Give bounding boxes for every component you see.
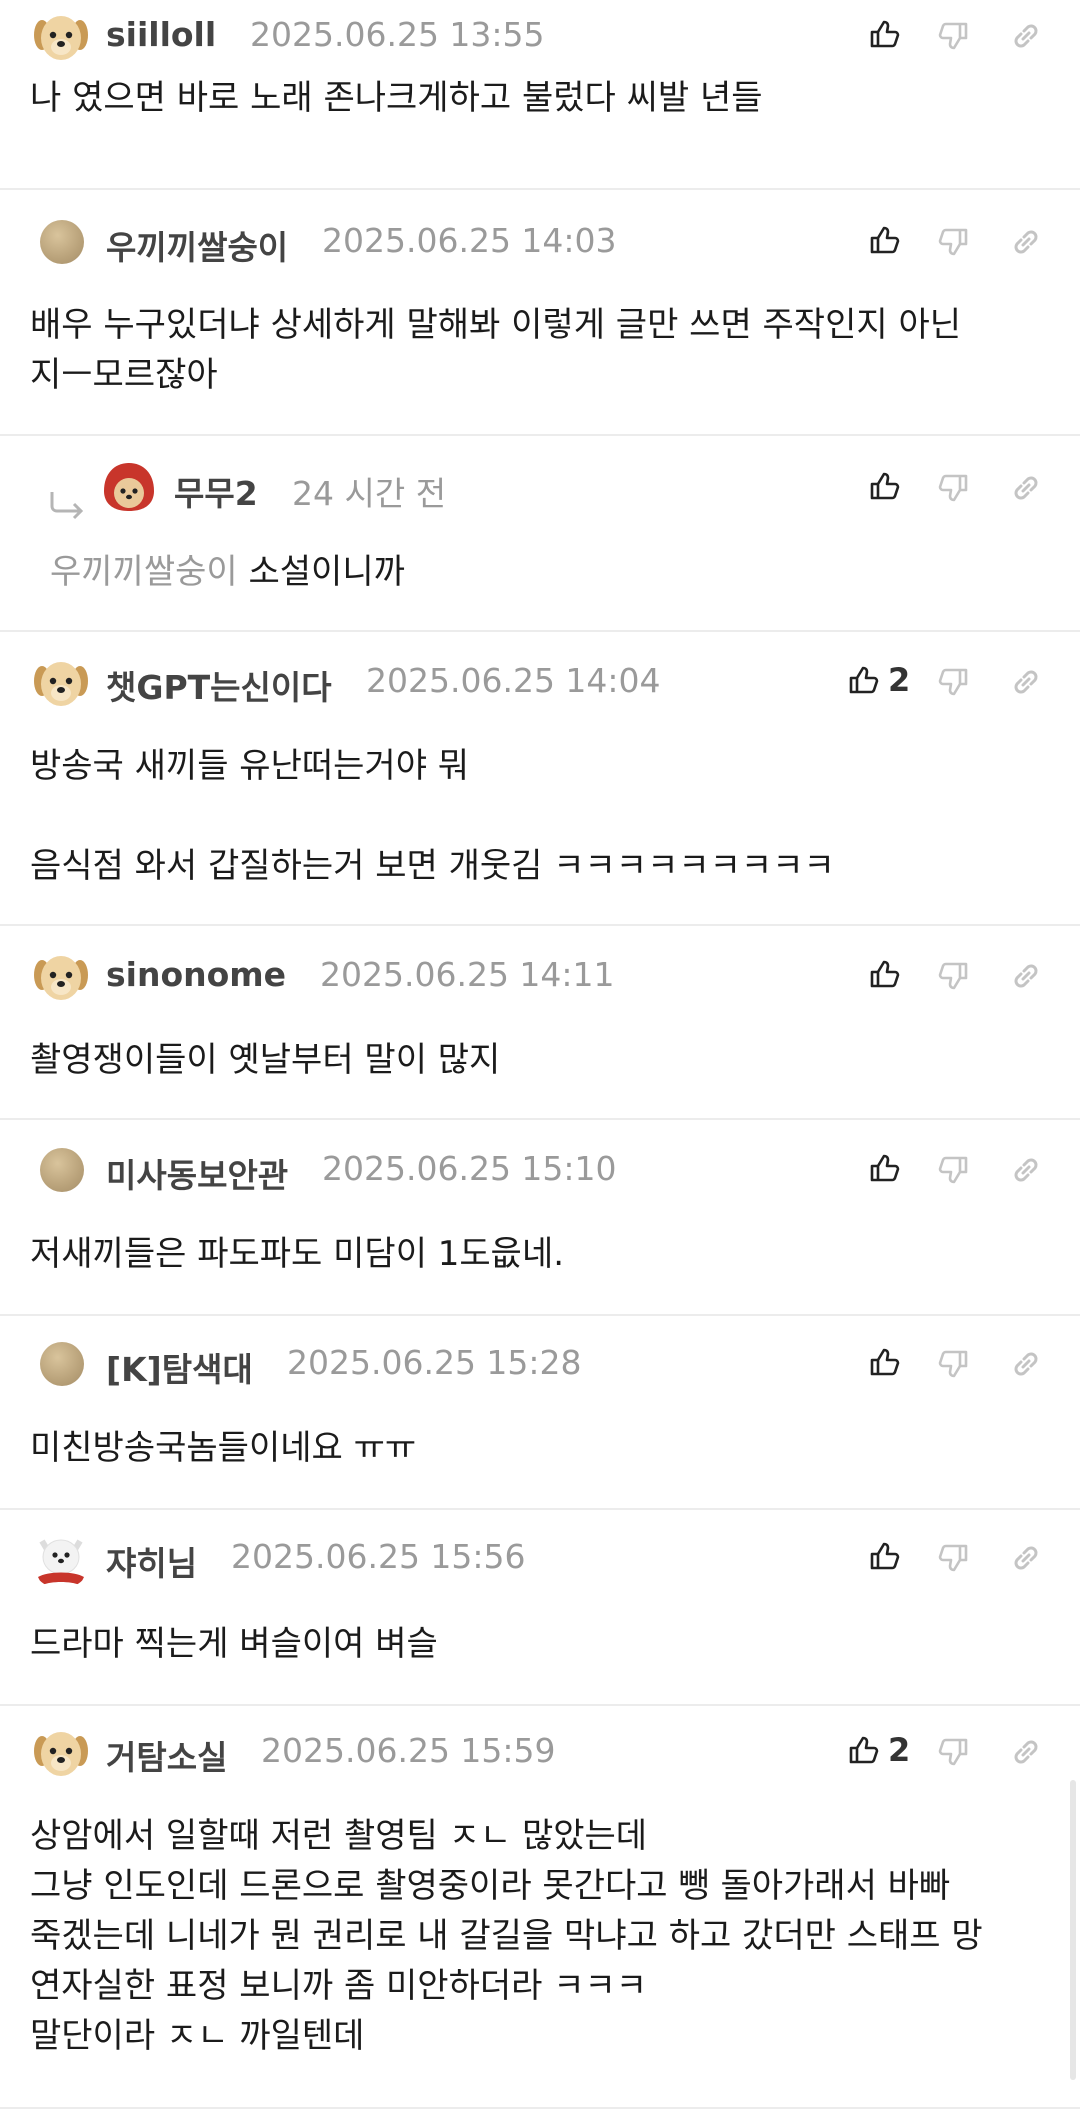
comment-text: 방송국 새끼들 유난떠는거야 뭐 bbox=[30, 746, 470, 786]
comment-text-line: 우끼끼쌀숭이 소설이니까 bbox=[50, 547, 1050, 597]
comment-text-line: 나 였으면 바로 노래 존나크게하고 불렀다 씨발 년들 bbox=[30, 73, 1050, 123]
avatar[interactable] bbox=[30, 945, 92, 1007]
comment-text-line: 지ㅡ모르잖아 bbox=[30, 350, 1050, 400]
comment-date: 2025.06.25 15:59 bbox=[261, 1731, 556, 1770]
thumbs-down-icon[interactable] bbox=[936, 224, 972, 260]
comment-text: 촬영쟁이들이 옛날부터 말이 많지 bbox=[30, 1040, 501, 1080]
thumbs-up-icon[interactable] bbox=[866, 956, 902, 992]
thumbs-down-icon[interactable] bbox=[936, 664, 972, 700]
comment-text-line: 상암에서 일할때 저런 촬영팀 ㅈㄴ 많았는데 bbox=[30, 1811, 1050, 1861]
link-icon[interactable] bbox=[1008, 470, 1044, 506]
comment-text-line: 드라마 찍는게 벼슬이여 벼슬 bbox=[30, 1619, 1050, 1669]
like-count: 2 bbox=[888, 1731, 911, 1769]
mention-username[interactable]: 우끼끼쌀숭이 bbox=[50, 552, 238, 592]
comment-item: 챗GPT는신이다 2025.06.25 14:04 2 방송국 새끼들 유난떠는거야 … bbox=[0, 632, 1080, 926]
comment-text: 드라마 찍는게 벼슬이여 벼슬 bbox=[30, 1624, 438, 1664]
comment-item: sinonome 2025.06.25 14:11 촬영쟁이들이 옛날부터 말이 많… bbox=[0, 926, 1080, 1120]
comment-item: 거탐소실 2025.06.25 15:59 2 상암에서 일할때 저런 촬영팀 ㅈㄴ … bbox=[0, 1706, 1080, 2109]
comment-text: 지ㅡ모르잖아 bbox=[30, 355, 218, 395]
comment-text: 죽겠는데 니네가 뭔 권리로 내 갈길을 막냐고 하고 갔더만 스태프 망 bbox=[30, 1916, 983, 1956]
comment-text: 배우 누구있더냐 상세하게 말해봐 이렇게 글만 쓰면 주작인지 아닌 bbox=[30, 305, 962, 345]
comment-text-line: 연자실한 표정 보니까 좀 미안하더라 ㅋㅋㅋ bbox=[30, 1961, 1050, 2011]
thumbs-up-icon[interactable] bbox=[845, 1732, 881, 1768]
username[interactable]: 미사동보안관 bbox=[106, 1149, 288, 1197]
link-icon[interactable] bbox=[1008, 1734, 1044, 1770]
comment-text-line: 방송국 새끼들 유난떠는거야 뭐 bbox=[30, 741, 1050, 791]
avatar[interactable] bbox=[98, 457, 160, 519]
thumbs-down-icon[interactable] bbox=[936, 1734, 972, 1770]
username[interactable]: 우끼끼쌀숭이 bbox=[106, 221, 288, 269]
comment-date: 2025.06.25 14:03 bbox=[322, 221, 617, 260]
username[interactable]: 무무2 bbox=[174, 467, 258, 515]
avatar[interactable] bbox=[30, 651, 92, 713]
comment-date: 2025.06.25 15:28 bbox=[287, 1343, 582, 1382]
avatar[interactable] bbox=[30, 1527, 92, 1589]
link-icon[interactable] bbox=[1008, 1346, 1044, 1382]
comment-text-line: 그냥 인도인데 드론으로 촬영중이라 못간다고 뺑 돌아가래서 바빠 bbox=[30, 1861, 1050, 1911]
avatar[interactable] bbox=[40, 1148, 84, 1192]
thumbs-up-icon[interactable] bbox=[866, 1538, 902, 1574]
comment-text: 연자실한 표정 보니까 좀 미안하더라 ㅋㅋㅋ bbox=[30, 1966, 648, 2006]
comment-item: 미사동보안관 2025.06.25 15:10 저새끼들은 파도파도 미담이 1도읎… bbox=[0, 1120, 1080, 1316]
link-icon[interactable] bbox=[1008, 958, 1044, 994]
comment-item: 쟈히님 2025.06.25 15:56 드라마 찍는게 벼슬이여 벼슬 bbox=[0, 1510, 1080, 1706]
comment-text: 말단이라 ㅈㄴ 까일텐데 bbox=[30, 2016, 365, 2056]
comment-item: [K]탐색대 2025.06.25 15:28 미친방송국놈들이네요 ㅠㅠ bbox=[0, 1316, 1080, 1510]
scrollbar[interactable] bbox=[1070, 1780, 1076, 2080]
link-icon[interactable] bbox=[1008, 1152, 1044, 1188]
comment-text-line: 배우 누구있더냐 상세하게 말해봐 이렇게 글만 쓰면 주작인지 아닌 bbox=[30, 300, 1050, 350]
comment-text: 미친방송국놈들이네요 ㅠㅠ bbox=[30, 1428, 417, 1468]
comment-item: 우끼끼쌀숭이 2025.06.25 14:03 배우 누구있더냐 상세하게 말해봐 … bbox=[0, 190, 1080, 436]
username[interactable]: 챗GPT는신이다 bbox=[106, 661, 332, 709]
like-count: 2 bbox=[888, 661, 911, 699]
reply-arrow-icon bbox=[48, 490, 88, 524]
avatar[interactable] bbox=[40, 1342, 84, 1386]
comment-text: 음식점 와서 갑질하는거 보면 개웃김 ㅋㅋㅋㅋㅋㅋㅋㅋㅋ bbox=[30, 846, 835, 886]
comment-date: 2025.06.25 14:04 bbox=[366, 661, 661, 700]
comment-text-line: 음식점 와서 갑질하는거 보면 개웃김 ㅋㅋㅋㅋㅋㅋㅋㅋㅋ bbox=[30, 841, 1050, 891]
username[interactable]: sinonome bbox=[106, 955, 286, 994]
link-icon[interactable] bbox=[1008, 18, 1044, 54]
thumbs-up-icon[interactable] bbox=[845, 662, 881, 698]
thumbs-down-icon[interactable] bbox=[936, 1540, 972, 1576]
comment-text: 그냥 인도인데 드론으로 촬영중이라 못간다고 뺑 돌아가래서 바빠 bbox=[30, 1866, 951, 1906]
comment-text-line: 저새끼들은 파도파도 미담이 1도읎네. bbox=[30, 1229, 1050, 1279]
thumbs-up-icon[interactable] bbox=[866, 1150, 902, 1186]
username[interactable]: 거탐소실 bbox=[106, 1731, 227, 1779]
thumbs-down-icon[interactable] bbox=[936, 1346, 972, 1382]
username[interactable]: siilloll bbox=[106, 15, 216, 54]
thumbs-up-icon[interactable] bbox=[866, 468, 902, 504]
comment-date: 2025.06.25 15:10 bbox=[322, 1149, 617, 1188]
comment-date: 2025.06.25 15:56 bbox=[231, 1537, 526, 1576]
comment-date: 24 시간 전 bbox=[292, 474, 447, 513]
avatar[interactable] bbox=[30, 5, 92, 67]
thumbs-down-icon[interactable] bbox=[936, 958, 972, 994]
thumbs-down-icon[interactable] bbox=[936, 1152, 972, 1188]
comment-item: siilloll 2025.06.25 13:55 나 였으면 바로 노래 존나크게… bbox=[0, 0, 1080, 190]
username[interactable]: 쟈히님 bbox=[106, 1537, 197, 1585]
thumbs-down-icon[interactable] bbox=[936, 18, 972, 54]
comment-text: 상암에서 일할때 저런 촬영팀 ㅈㄴ 많았는데 bbox=[30, 1816, 648, 1856]
thumbs-up-icon[interactable] bbox=[866, 222, 902, 258]
thumbs-up-icon[interactable] bbox=[866, 1344, 902, 1380]
thumbs-up-icon[interactable] bbox=[866, 16, 902, 52]
comment-text: 나 였으면 바로 노래 존나크게하고 불렀다 씨발 년들 bbox=[30, 78, 763, 118]
avatar[interactable] bbox=[30, 1721, 92, 1783]
username[interactable]: [K]탐색대 bbox=[106, 1343, 253, 1391]
comment-text-line: 말단이라 ㅈㄴ 까일텐데 bbox=[30, 2011, 1050, 2061]
comment-text-line: 죽겠는데 니네가 뭔 권리로 내 갈길을 막냐고 하고 갔더만 스태프 망 bbox=[30, 1911, 1050, 1961]
link-icon[interactable] bbox=[1008, 664, 1044, 700]
comment-text: 소설이니까 bbox=[248, 552, 405, 592]
link-icon[interactable] bbox=[1008, 224, 1044, 260]
comment-item: 무무2 24 시간 전우끼끼쌀숭이 소설이니까 bbox=[0, 436, 1080, 632]
comment-date: 2025.06.25 14:11 bbox=[320, 955, 615, 994]
comment-text-line: 미친방송국놈들이네요 ㅠㅠ bbox=[30, 1423, 1050, 1473]
link-icon[interactable] bbox=[1008, 1540, 1044, 1576]
comment-text: 저새끼들은 파도파도 미담이 1도읎네. bbox=[30, 1234, 565, 1274]
avatar[interactable] bbox=[40, 220, 84, 264]
comment-date: 2025.06.25 13:55 bbox=[250, 15, 545, 54]
thumbs-down-icon[interactable] bbox=[936, 470, 972, 506]
comment-text-line: 촬영쟁이들이 옛날부터 말이 많지 bbox=[30, 1035, 1050, 1085]
